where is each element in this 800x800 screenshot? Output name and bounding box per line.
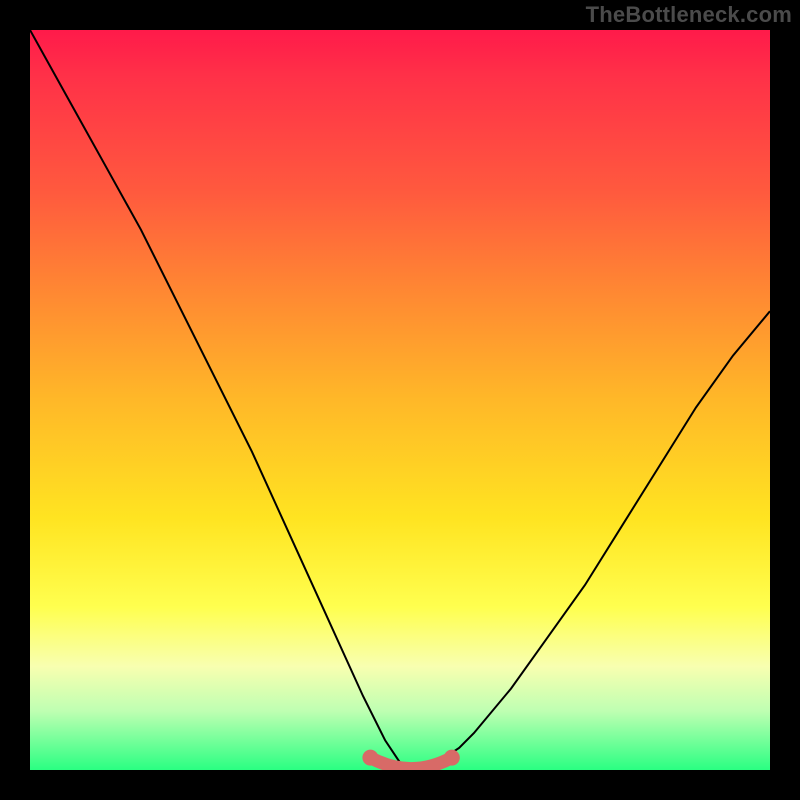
plot-area: [30, 30, 770, 770]
optimal-range-end-right: [444, 750, 460, 766]
optimal-range-end-left: [362, 750, 378, 766]
optimal-range-marker: [370, 758, 451, 769]
watermark-text: TheBottleneck.com: [586, 2, 792, 28]
chart-svg: [30, 30, 770, 770]
bottleneck-curve: [30, 30, 770, 770]
chart-frame: TheBottleneck.com: [0, 0, 800, 800]
